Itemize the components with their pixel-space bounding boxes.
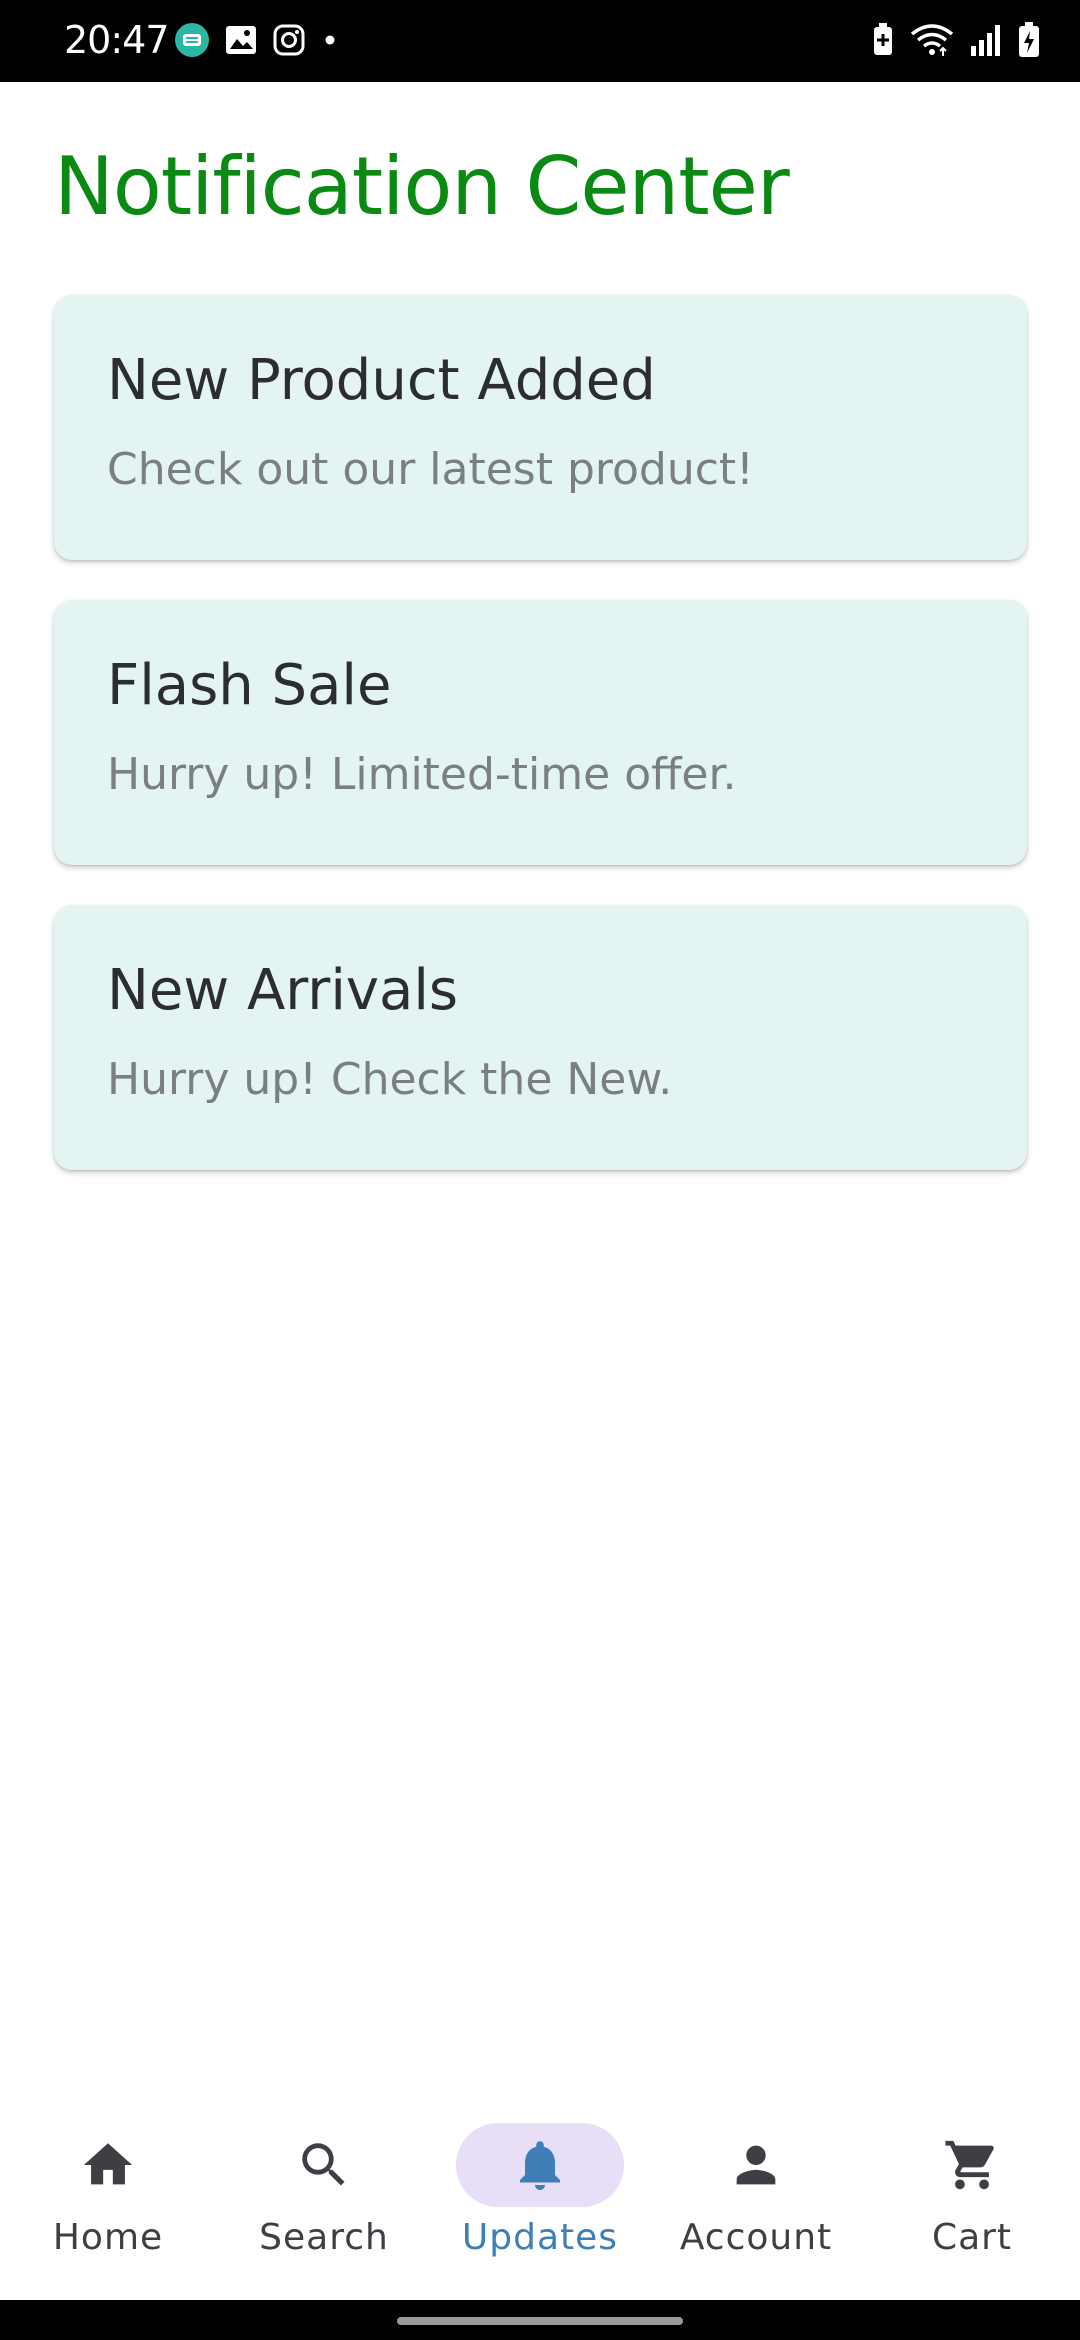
- notification-title: Flash Sale: [107, 653, 392, 718]
- app-notification-icon: [174, 22, 210, 58]
- notification-card[interactable]: Flash Sale Hurry up! Limited-time offer.: [54, 600, 1027, 865]
- image-icon: [224, 23, 258, 57]
- status-bar: 20:47: [0, 0, 1080, 82]
- nav-label: Cart: [931, 2217, 1013, 2258]
- battery-saver-icon: [870, 22, 896, 58]
- nav-item-home[interactable]: Home: [0, 2095, 216, 2300]
- notification-message: Hurry up! Check the New.: [107, 1054, 673, 1105]
- home-gesture-handle[interactable]: [397, 2317, 683, 2325]
- nav-label: Account: [679, 2217, 833, 2258]
- bell-icon: [456, 2123, 624, 2207]
- signal-icon: [968, 22, 1004, 58]
- notification-title: New Arrivals: [107, 958, 459, 1023]
- status-right-icons: [870, 22, 1040, 58]
- notification-list: New Product Added Check out our latest p…: [54, 295, 1027, 1210]
- notification-card[interactable]: New Arrivals Hurry up! Check the New.: [54, 905, 1027, 1170]
- bottom-navigation: Home Search Updates Account Cart: [0, 2095, 1080, 2300]
- home-icon: [24, 2123, 192, 2207]
- nav-item-account[interactable]: Account: [648, 2095, 864, 2300]
- cart-icon: [888, 2123, 1056, 2207]
- status-time: 20:47: [64, 18, 170, 62]
- battery-charging-icon: [1018, 22, 1040, 58]
- search-icon: [240, 2123, 408, 2207]
- nav-item-search[interactable]: Search: [216, 2095, 432, 2300]
- nav-label: Search: [259, 2217, 389, 2258]
- nav-item-updates[interactable]: Updates: [432, 2095, 648, 2300]
- wifi-icon: [910, 22, 954, 58]
- gesture-bar: [0, 2300, 1080, 2340]
- dot-icon: [320, 23, 340, 57]
- status-left-icons: [174, 22, 340, 58]
- notification-message: Hurry up! Limited-time offer.: [107, 749, 737, 800]
- nav-label: Updates: [461, 2217, 619, 2258]
- person-icon: [672, 2123, 840, 2207]
- notification-title: New Product Added: [107, 348, 656, 413]
- notification-message: Check out our latest product!: [107, 444, 754, 495]
- instagram-icon: [272, 23, 306, 57]
- page-title: Notification Center: [54, 140, 790, 233]
- nav-label: Home: [52, 2217, 164, 2258]
- nav-item-cart[interactable]: Cart: [864, 2095, 1080, 2300]
- notification-card[interactable]: New Product Added Check out our latest p…: [54, 295, 1027, 560]
